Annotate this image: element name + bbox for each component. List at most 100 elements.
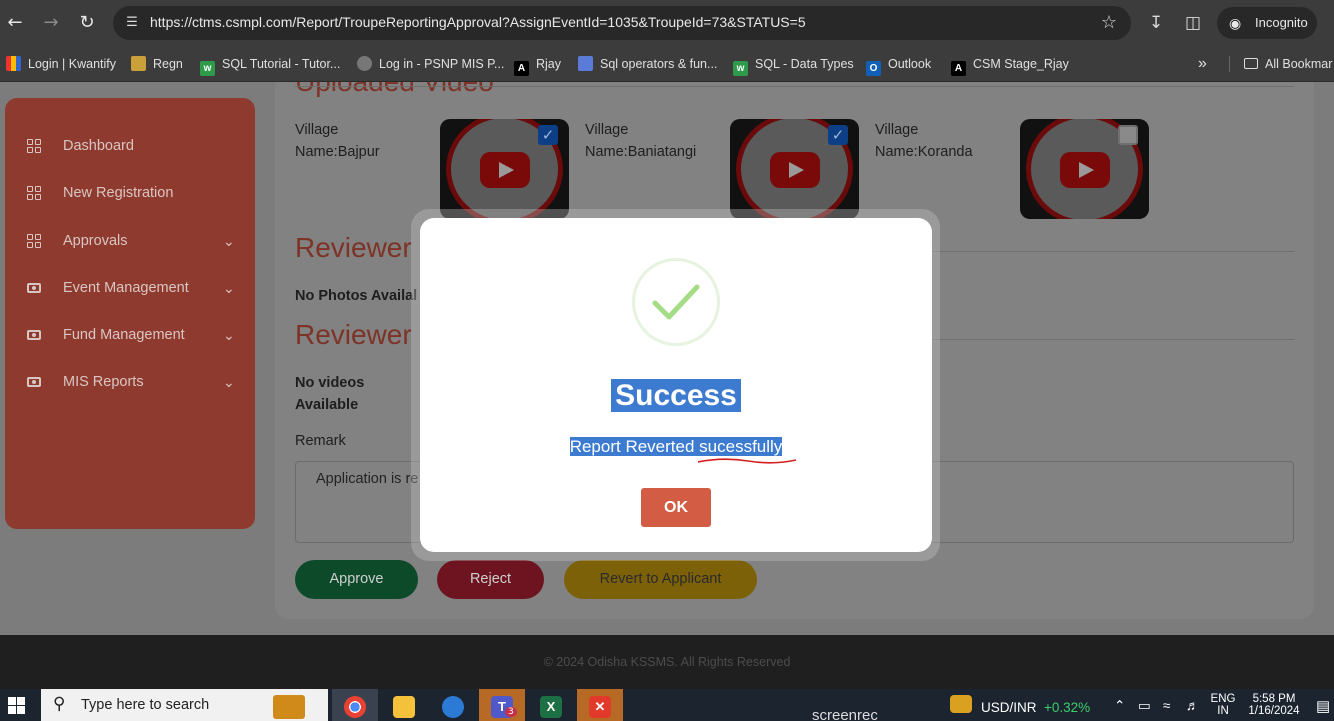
language-indicator[interactable]: ENG IN — [1208, 693, 1238, 717]
wifi-icon[interactable]: ≈ — [1163, 698, 1170, 713]
bookmarks-divider — [1229, 56, 1230, 72]
screenrec-watermark: screenrec — [812, 707, 878, 721]
teams-badge: 3 — [505, 707, 517, 717]
bookmark-sql-datatypes[interactable]: w SQL - Data Types — [733, 54, 854, 76]
divider — [930, 251, 1294, 252]
video-caption-line: Village — [295, 122, 339, 138]
reject-button[interactable]: Reject — [437, 560, 544, 599]
currency-label[interactable]: USD/INR — [981, 700, 1037, 715]
bookmark-kwantify[interactable]: Login | Kwantify — [6, 54, 116, 74]
no-videos-text: No videos Available — [295, 372, 364, 416]
sidebar-item-new-registration[interactable]: New Registration — [5, 178, 255, 208]
sidebar-item-fund-management[interactable]: Fund Management ⌄ — [5, 320, 255, 350]
bookmark-label: CSM Stage_Rjay — [973, 57, 1069, 71]
money-icon — [27, 377, 41, 387]
no-videos-line: No videos — [295, 375, 365, 391]
reload-icon[interactable]: ↻ — [76, 12, 98, 34]
bookmark-regn[interactable]: Regn — [131, 54, 183, 74]
incognito-badge[interactable]: ◉ Incognito — [1217, 7, 1317, 39]
bookmark-sql-tutorial[interactable]: w SQL Tutorial - Tutor... — [200, 54, 340, 76]
uploaded-video-heading: Uploaded Video — [295, 82, 494, 98]
bookmark-label: SQL - Data Types — [755, 57, 854, 71]
sidebar-item-mis-reports[interactable]: MIS Reports ⌄ — [5, 367, 255, 397]
video-checkbox-1[interactable]: ✓ — [538, 125, 558, 145]
bookmark-sql-operators[interactable]: Sql operators & fun... — [578, 54, 717, 74]
forward-icon[interactable]: → — [40, 12, 62, 34]
ok-button[interactable]: OK — [641, 488, 711, 527]
sidebar-item-dashboard[interactable]: Dashboard — [5, 131, 255, 161]
notifications-icon[interactable]: ▤ — [1316, 697, 1330, 715]
sql-operators-icon — [578, 56, 593, 71]
windows-taskbar: ⚲ Type here to search T3 X ✕ screenrec U… — [0, 689, 1334, 721]
regn-icon — [131, 56, 146, 71]
sidebar-item-event-management[interactable]: Event Management ⌄ — [5, 273, 255, 303]
reviewer-videos-heading: Reviewer — [295, 319, 412, 350]
app-icon — [442, 696, 464, 718]
no-photos-text: No Photos Availal — [295, 288, 418, 304]
bookmark-star-icon[interactable]: ☆ — [1101, 12, 1117, 33]
chevron-up-icon[interactable]: ⌃ — [1114, 698, 1125, 714]
briefcase-icon — [273, 695, 305, 719]
bookmark-label: Sql operators & fun... — [600, 57, 718, 71]
video-caption-line: Village — [875, 122, 919, 138]
bookmarks-bar: Login | Kwantify Regn w SQL Tutorial - Tu… — [0, 46, 1334, 82]
bookmarks-overflow-icon[interactable]: » — [1198, 54, 1207, 74]
windows-start-icon[interactable] — [8, 697, 26, 715]
sidebar: Dashboard New Registration Approvals ⌄ E… — [5, 98, 255, 529]
excel-icon: X — [540, 696, 562, 718]
video-caption-1: Village Name:Bajpur — [295, 119, 380, 163]
battery-icon[interactable]: ▭ — [1138, 698, 1151, 714]
sidebar-item-approvals[interactable]: Approvals ⌄ — [5, 226, 255, 256]
kwantify-icon — [6, 56, 21, 71]
sidebar-item-label: Event Management — [63, 280, 189, 296]
bookmark-label: Log in - PSNP MIS P... — [379, 57, 505, 71]
revert-to-applicant-button[interactable]: Revert to Applicant — [564, 560, 757, 599]
address-bar[interactable]: ☰ https://ctms.csmpl.com/Report/TroupeRe… — [113, 6, 1131, 40]
approve-button[interactable]: Approve — [295, 560, 418, 599]
side-panel-icon[interactable]: ◫ — [1185, 12, 1201, 34]
video-caption-line: Village — [585, 122, 629, 138]
back-icon[interactable]: ← — [4, 12, 26, 34]
taskbar-excel[interactable]: X — [528, 689, 574, 721]
taskbar-chrome[interactable] — [332, 689, 378, 721]
sidebar-item-label: Fund Management — [63, 327, 185, 343]
sidebar-item-label: New Registration — [63, 185, 174, 201]
remark-label: Remark — [295, 433, 346, 449]
clock-time: 5:58 PM — [1252, 693, 1296, 705]
sql-datatypes-icon: w — [733, 61, 748, 76]
modal-title: Success — [420, 378, 932, 414]
grid-icon — [27, 186, 41, 200]
success-check-icon — [632, 258, 720, 346]
taskbar-app-blue[interactable] — [430, 689, 476, 721]
site-settings-icon[interactable]: ☰ — [123, 14, 141, 32]
bookmark-rjay[interactable]: A Rjay — [514, 54, 561, 76]
video-checkbox-3[interactable] — [1118, 125, 1138, 145]
taskbar-teams[interactable]: T3 — [479, 689, 525, 721]
bookmark-csm-stage[interactable]: A CSM Stage_Rjay — [951, 54, 1069, 76]
bookmark-label: Regn — [153, 57, 183, 71]
sql-tutorial-icon: w — [200, 61, 215, 76]
bookmark-psnp[interactable]: Log in - PSNP MIS P... — [357, 54, 504, 74]
money-icon — [27, 330, 41, 340]
taskbar-screenrec[interactable]: ✕ — [577, 689, 623, 721]
folder-icon — [393, 696, 415, 718]
taskbar-file-explorer[interactable] — [381, 689, 427, 721]
reviewer-photos-heading: Reviewer — [295, 232, 412, 263]
grid-icon — [27, 139, 41, 153]
clock-date: 1/16/2024 — [1248, 705, 1300, 717]
bookmark-outlook[interactable]: O Outlook — [866, 54, 931, 76]
all-bookmarks[interactable]: All Bookmar — [1244, 54, 1332, 74]
folder-icon — [1244, 58, 1258, 69]
success-modal: Success Report Reverted sucessfully OK — [420, 218, 932, 552]
video-checkbox-2[interactable]: ✓ — [828, 125, 848, 145]
rjay-icon: A — [514, 61, 529, 76]
taskbar-search[interactable]: ⚲ Type here to search — [41, 689, 328, 721]
chevron-down-icon: ⌄ — [223, 280, 235, 296]
chevron-down-icon: ⌄ — [223, 233, 235, 249]
volume-icon[interactable]: ♬ — [1186, 698, 1200, 713]
download-icon[interactable]: ↧ — [1149, 12, 1163, 34]
clock[interactable]: 5:58 PM 1/16/2024 — [1244, 693, 1304, 717]
url-text[interactable]: https://ctms.csmpl.com/Report/TroupeRepo… — [150, 14, 806, 30]
csm-stage-icon: A — [951, 61, 966, 76]
video-caption-line: Name:Bajpur — [295, 144, 380, 160]
